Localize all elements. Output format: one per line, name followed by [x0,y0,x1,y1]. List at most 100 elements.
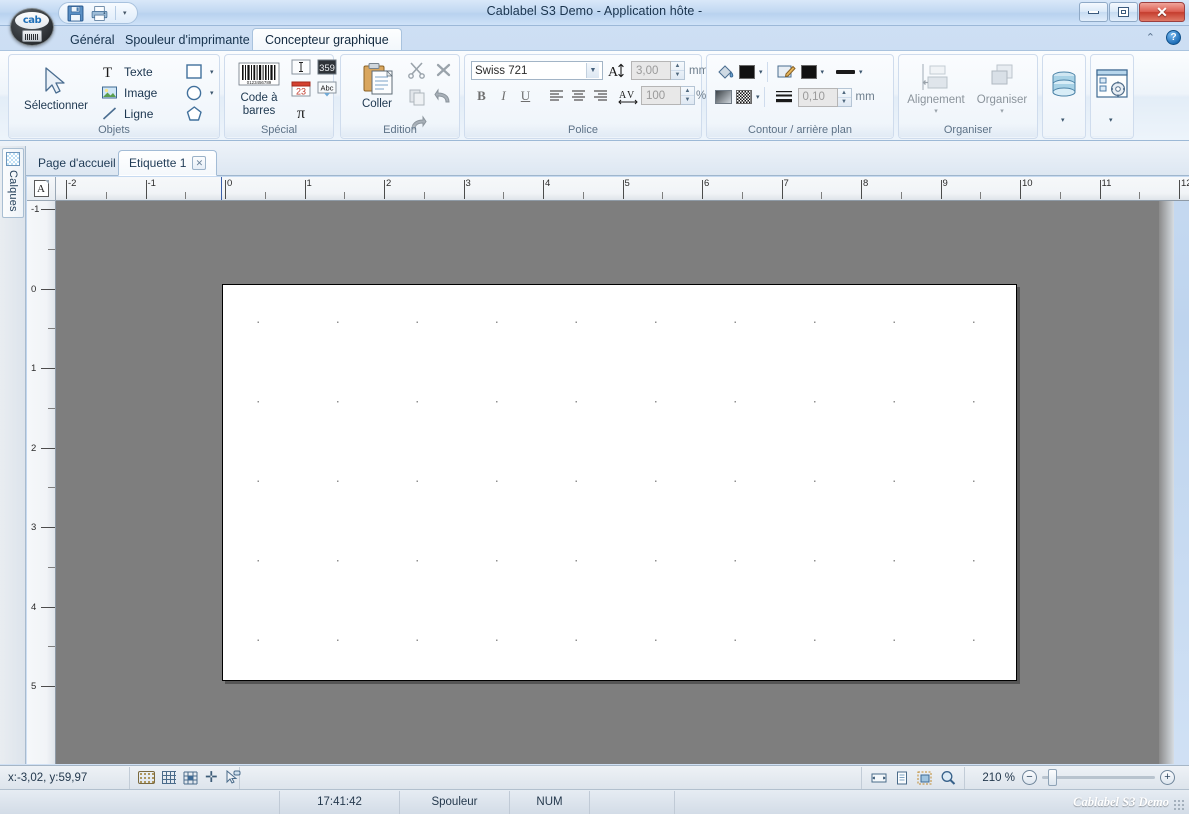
ellipse-tool-button[interactable]: ▾ [185,82,214,103]
align-right-button[interactable] [590,85,611,106]
chevron-down-icon[interactable]: ▼ [586,63,599,78]
pen-color-icon[interactable] [777,63,797,81]
rectangle-dropdown-icon[interactable]: ▾ [210,68,214,76]
line-tool-button[interactable]: Ligne [101,103,157,124]
image-tool-button[interactable]: Image [101,82,157,103]
database-dropdown-icon[interactable]: ▾ [1061,116,1065,124]
crosshair-toggle[interactable]: ✛ [205,770,218,785]
hatch-pattern-dropdown-icon[interactable]: ▾ [756,93,760,101]
database-button[interactable] [1043,67,1085,100]
ruler-tick-minor [48,487,55,489]
barcode-tool-button[interactable]: 0123456789 Code à barres [231,59,287,118]
counter-tool-button[interactable]: 359 [317,59,339,78]
copy-button[interactable] [407,88,432,109]
align-center-button[interactable] [568,85,589,106]
date-tool-button[interactable]: 23 [291,81,313,100]
line-color-swatch[interactable] [800,65,817,79]
zoom-tool-button[interactable] [939,770,956,785]
collapse-ribbon-icon[interactable]: ⌃ [1146,31,1155,44]
alignment-button[interactable]: Alignement ▾ [903,59,969,115]
document-tab-bar: Page d'accueil Etiquette 1 ✕ [0,141,1189,176]
doctab-etiquette-1[interactable]: Etiquette 1 ✕ [118,150,218,176]
help-icon[interactable]: ? [1166,30,1181,45]
settings-window-button[interactable] [1091,65,1133,100]
resize-grip[interactable] [1173,799,1185,811]
grid-snap-toggle[interactable] [183,770,198,785]
fit-page-button[interactable] [893,770,910,785]
alignment-dropdown-icon[interactable]: ▾ [934,107,938,115]
text-tool-button[interactable]: T Texte [101,61,157,82]
select-link-toggle[interactable] [225,770,241,785]
group-title-special: Spécial [225,124,333,137]
print-icon[interactable] [91,5,108,22]
tab-spooler[interactable]: Spouleur d'imprimante [113,28,262,51]
zoom-slider-track[interactable] [1042,769,1155,786]
line-color-dropdown-icon[interactable]: ▾ [821,68,825,76]
text-field-tool-button[interactable] [291,59,313,78]
doctab-home[interactable]: Page d'accueil [28,150,126,176]
paste-button[interactable]: Coller [349,59,405,111]
abc-tool-button[interactable]: Abc [317,81,339,100]
app-logo[interactable]: cab [10,8,54,46]
zoom-slider-thumb[interactable] [1048,769,1057,786]
design-canvas[interactable] [56,201,1174,764]
fill-color-dropdown-icon[interactable]: ▾ [759,68,763,76]
delete-button[interactable] [434,61,459,82]
char-spacing-stepper[interactable]: 100 ▲ ▼ [641,86,695,105]
polygon-tool-button[interactable] [185,103,214,124]
fit-width-button[interactable] [870,770,887,785]
arrange-dropdown-icon[interactable]: ▾ [1000,107,1004,115]
settings-dropdown-icon[interactable]: ▾ [1109,116,1113,124]
sidebar-item-calques[interactable]: Calques [2,148,24,218]
ellipse-dropdown-icon[interactable]: ▾ [210,89,214,97]
zoom-slider[interactable]: − + [1022,769,1175,786]
align-left-button[interactable] [546,85,567,106]
customize-toolbar-icon[interactable]: ▾ [123,9,127,17]
zoom-out-button[interactable]: − [1022,770,1037,785]
font-family-select[interactable]: Swiss 721 ▼ [471,61,603,80]
select-tool-button[interactable]: Sélectionner [17,61,95,113]
arrange-button[interactable]: Organiser ▾ [971,59,1033,115]
maximize-button[interactable] [1109,2,1138,22]
horizontal-ruler[interactable]: -2-10123456789101112 [56,177,1189,201]
line-width-stepper[interactable]: 0,10 ▲ ▼ [797,87,852,107]
status-spooler[interactable]: Spouleur [400,790,510,814]
italic-button[interactable]: I [493,85,514,106]
font-size-value[interactable]: 3,00 [631,61,671,80]
fill-color-icon[interactable] [715,63,735,81]
line-style-dropdown-icon[interactable]: ▾ [859,68,863,76]
char-spacing-spinner[interactable]: ▲ ▼ [681,86,695,105]
cut-button[interactable] [407,61,432,82]
fill-color-swatch[interactable] [739,65,755,79]
font-size-spinner[interactable]: ▲ ▼ [671,61,685,80]
fill-pattern-icon[interactable] [715,90,732,104]
line-style-icon[interactable] [836,70,856,74]
doctab-close-icon[interactable]: ✕ [192,156,207,170]
ruler-tick-major [145,180,147,199]
hatch-pattern-swatch[interactable] [736,90,752,104]
image-icon [102,86,117,99]
undo-button[interactable] [434,88,459,109]
vertical-ruler[interactable]: -1 0 1 2 3 4 5 [27,201,56,764]
line-width-spinner[interactable]: ▲ ▼ [837,87,852,107]
rectangle-tool-button[interactable]: ▾ [185,61,214,82]
font-size-stepper[interactable]: 3,00 ▲ ▼ [631,61,685,80]
tab-graphic-designer[interactable]: Concepteur graphique [252,28,402,51]
close-button[interactable]: ✕ [1139,2,1185,22]
minimize-button[interactable] [1079,2,1108,22]
grid-dots-toggle[interactable] [138,770,155,785]
line-width-value[interactable]: 0,10 [797,87,838,107]
fit-selection-button[interactable] [916,770,933,785]
ruler-origin-button[interactable]: A [27,177,56,201]
formula-tool-button[interactable]: π [291,103,313,124]
paste-label: Coller [361,98,393,110]
char-spacing-value[interactable]: 100 [641,86,681,105]
save-icon[interactable] [67,5,84,22]
underline-button[interactable]: U [515,85,536,106]
bold-button[interactable]: B [471,85,492,106]
status-spacer [240,766,862,789]
grid-lines-toggle[interactable] [162,770,176,785]
line-weight-icon[interactable] [774,88,794,106]
zoom-in-button[interactable]: + [1160,770,1175,785]
label-artboard[interactable] [222,284,1017,681]
